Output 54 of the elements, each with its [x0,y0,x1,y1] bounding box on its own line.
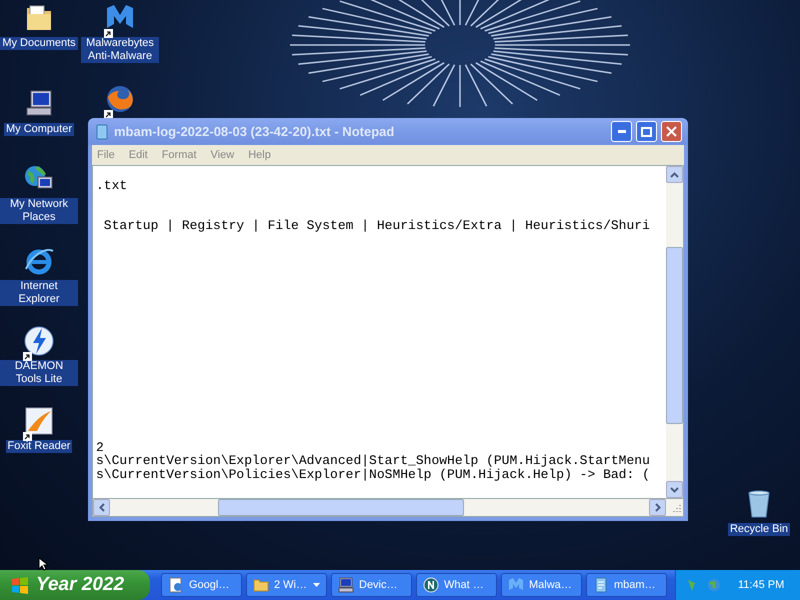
menu-item[interactable]: View [210,149,234,161]
title-bar[interactable]: mbam-log-2022-08-03 (23-42-20).txt - Notepad [88,118,688,145]
page-globe-icon [168,577,184,593]
scroll-down-button[interactable] [666,481,683,498]
icon-label[interactable]: Foxit Reader [6,440,72,453]
maximize-button[interactable] [636,121,657,142]
fox-globe-icon [104,83,136,115]
folder-icon [253,577,269,593]
icon-label[interactable]: Internet Explorer [0,280,78,306]
windows-flag-icon [10,575,30,595]
minimize-button[interactable] [611,121,632,142]
close-button[interactable] [661,121,682,142]
menu-item[interactable]: Format [162,149,197,161]
notepad-icon [94,124,110,140]
menu-item[interactable]: Edit [128,149,148,161]
taskbar-button[interactable]: mbam… [586,573,667,597]
n-circle-icon [423,577,439,593]
text-line: s\CurrentVersion\Explorer\Advanced|Start_ShowHelp (PUM.Hijack.StartMenu [96,454,651,468]
text-line: .txt [96,179,128,192]
scroll-right-button[interactable] [649,499,666,516]
close-icon [666,126,677,137]
text-line: 2 [96,440,105,454]
mouse-cursor-icon [38,557,50,571]
menu-item[interactable]: File [97,149,115,161]
maximize-icon [641,126,652,136]
icon-label[interactable]: Recycle Bin [728,523,790,536]
icon-label[interactable]: My Documents [0,37,78,50]
taskbar-button[interactable]: Devic… [331,573,412,597]
minimize-icon [618,130,626,133]
taskbar-button[interactable]: Malwa… [501,573,582,597]
computer-icon [338,577,354,593]
start-button[interactable]: Year 2022 [0,570,150,600]
icon-label[interactable]: DAEMON Tools Lite [0,360,78,386]
m-logo-icon [508,577,524,593]
scroll-left-button[interactable] [93,499,110,516]
window-title: mbam-log-2022-08-03 (23-42-20).txt - Notepad [114,124,396,139]
taskbar-button[interactable]: What … [416,573,497,597]
scroll-thumb[interactable] [218,499,464,516]
document-swoosh-icon [23,405,55,437]
icon-label[interactable]: My Computer [4,123,74,136]
scroll-up-button[interactable] [666,166,683,183]
clock: 11:45 PM [738,579,784,591]
text-line: s\CurrentVersion\Policies\Explorer|NoSMHelp (PUM.Hijack.Help) -> Bad: ( [96,468,651,481]
vertical-scrollbar[interactable] [666,166,683,498]
taskbar-button[interactable]: Googl… [161,573,242,597]
icon-label[interactable]: My Network Places [0,198,78,224]
notepad-icon [593,577,609,593]
lightning-disc-icon [23,325,55,357]
menu-item[interactable]: Help [248,149,271,161]
scroll-thumb[interactable] [666,247,683,424]
icon-label[interactable]: Malwarebytes Anti-Malware [81,37,159,63]
horizontal-scrollbar[interactable] [92,499,684,517]
text-line: Startup | Registry | File System | Heuristics/Extra | Heuristics/Shuri [102,218,651,232]
taskbar-button[interactable]: 2 Wi… [246,573,327,597]
